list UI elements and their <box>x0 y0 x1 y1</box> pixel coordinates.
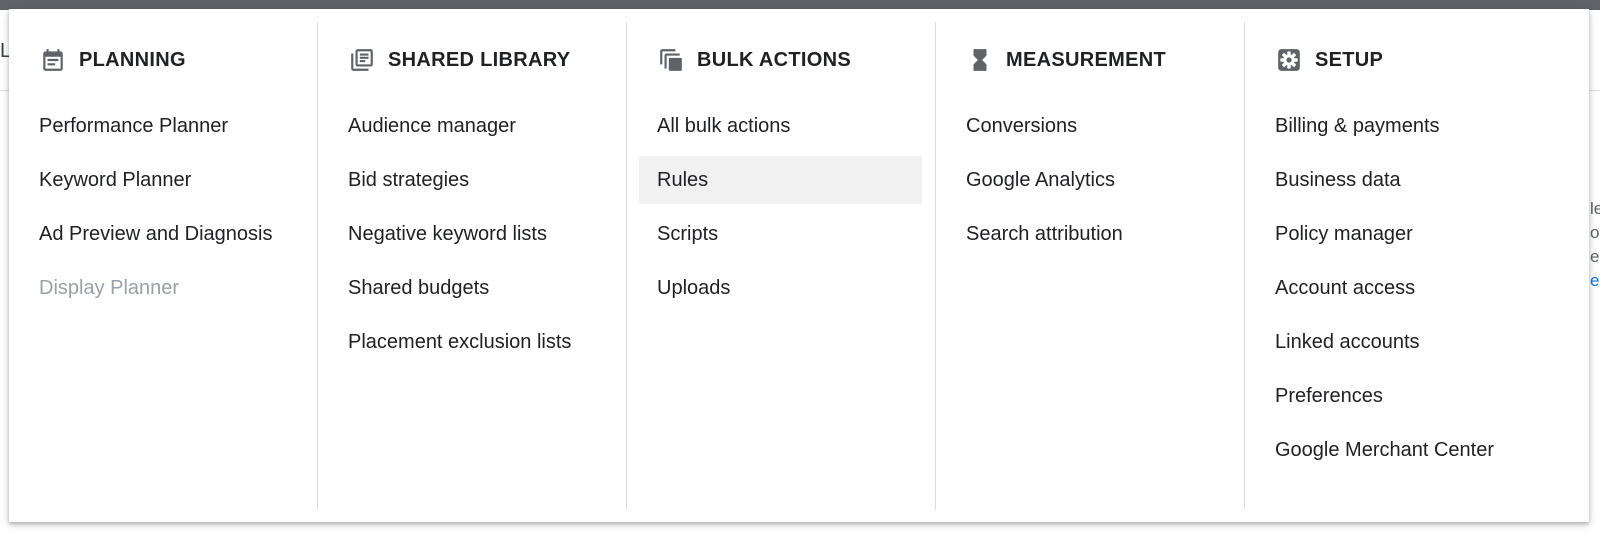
menu-item-policy-manager[interactable]: Policy manager <box>1257 210 1540 258</box>
menu-column-setup: SETUP Billing & payments Business data P… <box>1245 9 1554 522</box>
background-text-fragment: le <box>1590 199 1600 218</box>
library-icon <box>348 46 376 74</box>
column-header: MEASUREMENT <box>966 45 1166 75</box>
menu-item-search-attribution[interactable]: Search attribution <box>948 210 1231 258</box>
menu-column-shared-library: SHARED LIBRARY Audience manager Bid stra… <box>318 9 627 522</box>
menu-column-planning: PLANNING Performance Planner Keyword Pla… <box>9 9 318 522</box>
copy-stack-icon <box>657 46 685 74</box>
menu-item-list: All bulk actions Rules Scripts Uploads <box>627 102 936 318</box>
background-text-fragment: e <box>1590 247 1600 266</box>
menu-item-scripts[interactable]: Scripts <box>639 210 922 258</box>
menu-column-bulk-actions: BULK ACTIONS All bulk actions Rules Scri… <box>627 9 936 522</box>
menu-item-rules[interactable]: Rules <box>639 156 922 204</box>
background-link-fragment[interactable]: e <box>1590 272 1599 289</box>
column-header: PLANNING <box>39 45 186 75</box>
menu-item-list: Audience manager Bid strategies Negative… <box>318 102 627 372</box>
menu-item-list: Performance Planner Keyword Planner Ad P… <box>9 102 318 318</box>
background-text-fragment: os <box>1590 223 1600 242</box>
menu-item-negative-keyword-lists[interactable]: Negative keyword lists <box>330 210 613 258</box>
menu-item-audience-manager[interactable]: Audience manager <box>330 102 613 150</box>
menu-item-shared-budgets[interactable]: Shared budgets <box>330 264 613 312</box>
menu-item-ad-preview-and-diagnosis[interactable]: Ad Preview and Diagnosis <box>21 210 304 258</box>
column-header: BULK ACTIONS <box>657 45 851 75</box>
menu-item-google-analytics[interactable]: Google Analytics <box>948 156 1231 204</box>
tools-menu: PLANNING Performance Planner Keyword Pla… <box>9 9 1589 522</box>
menu-item-account-access[interactable]: Account access <box>1257 264 1540 312</box>
column-title: SHARED LIBRARY <box>388 48 571 71</box>
gear-icon <box>1275 46 1303 74</box>
menu-item-placement-exclusion-lists[interactable]: Placement exclusion lists <box>330 318 613 366</box>
menu-item-linked-accounts[interactable]: Linked accounts <box>1257 318 1540 366</box>
menu-item-display-planner: Display Planner <box>39 276 180 299</box>
menu-item-list: Conversions Google Analytics Search attr… <box>936 102 1245 264</box>
menu-item-all-bulk-actions[interactable]: All bulk actions <box>639 102 922 150</box>
column-title: SETUP <box>1315 48 1384 71</box>
menu-item-google-merchant-center[interactable]: Google Merchant Center <box>1257 426 1540 474</box>
column-header: SHARED LIBRARY <box>348 45 570 75</box>
menu-column-measurement: MEASUREMENT Conversions Google Analytics… <box>936 9 1245 522</box>
menu-item-list: Billing & payments Business data Policy … <box>1245 102 1554 480</box>
menu-item-keyword-planner[interactable]: Keyword Planner <box>21 156 304 204</box>
column-header: SETUP <box>1275 45 1383 75</box>
calendar-icon <box>39 46 67 74</box>
menu-item-business-data[interactable]: Business data <box>1257 156 1540 204</box>
menu-item-uploads[interactable]: Uploads <box>639 264 922 312</box>
menu-item-conversions[interactable]: Conversions <box>948 102 1231 150</box>
menu-item-performance-planner[interactable]: Performance Planner <box>21 102 304 150</box>
hourglass-icon <box>966 46 994 74</box>
menu-item-preferences[interactable]: Preferences <box>1257 372 1540 420</box>
menu-item-billing-and-payments[interactable]: Billing & payments <box>1257 102 1540 150</box>
menu-item-bid-strategies[interactable]: Bid strategies <box>330 156 613 204</box>
column-title: MEASUREMENT <box>1006 48 1166 71</box>
column-title: PLANNING <box>79 48 186 71</box>
column-title: BULK ACTIONS <box>697 48 851 71</box>
